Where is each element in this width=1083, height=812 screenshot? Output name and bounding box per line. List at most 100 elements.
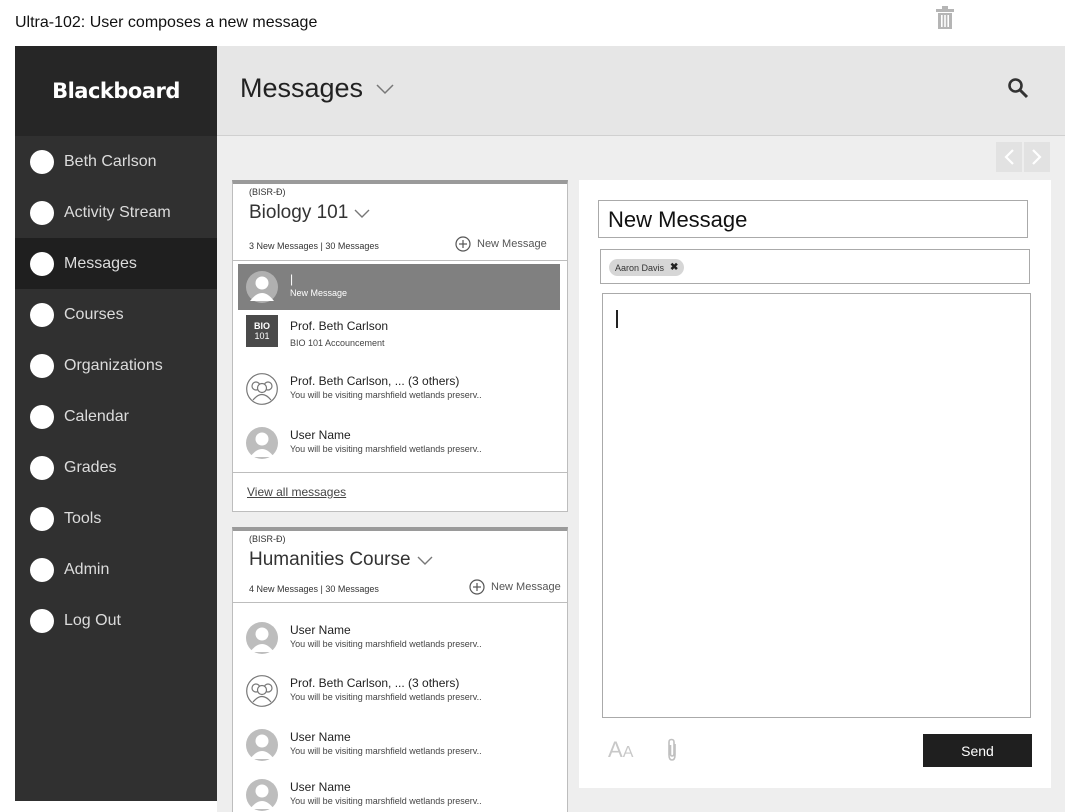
sidebar-item-courses[interactable]: Courses — [15, 289, 217, 340]
sidebar-item-messages[interactable]: Messages — [15, 238, 217, 289]
message-row[interactable]: Prof. Beth Carlson, ... (3 others) You w… — [238, 668, 560, 714]
prev-button[interactable] — [996, 142, 1022, 172]
course-code: (BISR-Ð) — [249, 534, 286, 544]
chevron-down-icon — [417, 556, 433, 565]
recipient-chip[interactable]: Aaron Davis ✖ — [609, 259, 685, 276]
message-counts: 4 New Messages | 30 Messages — [249, 584, 379, 594]
message-row[interactable]: User Name You will be visiting marshfiel… — [238, 722, 560, 768]
plus-circle-icon — [469, 579, 485, 595]
person-avatar-icon — [246, 622, 278, 654]
badge-line1: BIO — [253, 321, 270, 331]
sidebar-item-label: Grades — [64, 458, 117, 476]
sidebar-item-admin[interactable]: Admin — [15, 544, 217, 595]
message-sender: Prof. Beth Carlson, ... (3 others) — [290, 374, 460, 388]
send-button[interactable]: Send — [923, 734, 1032, 767]
sidebar-item-beth-carlson[interactable]: Beth Carlson — [15, 136, 217, 187]
nav-dot-icon — [30, 404, 54, 429]
remove-recipient-icon[interactable]: ✖ — [670, 262, 678, 273]
person-avatar-icon — [246, 729, 278, 761]
group-avatar-icon — [246, 675, 278, 707]
next-button[interactable] — [1024, 142, 1050, 172]
nav-dot-icon — [30, 608, 54, 633]
badge-line2: 101 — [254, 331, 270, 341]
plus-circle-icon — [455, 236, 471, 252]
text-cursor — [616, 310, 618, 328]
nav-dot-icon — [30, 557, 54, 582]
message-counts: 3 New Messages | 30 Messages — [249, 241, 379, 251]
blackboard-logo[interactable]: Blackboard — [15, 46, 217, 136]
message-row[interactable]: Prof. Beth Carlson, ... (3 others) You w… — [238, 366, 560, 412]
group-avatar-icon — [246, 373, 278, 405]
sidebar-item-grades[interactable]: Grades — [15, 442, 217, 493]
chevron-right-icon — [1032, 149, 1042, 165]
sidebar-item-label: Log Out — [64, 611, 121, 629]
course-title-text: Humanities Course — [249, 549, 411, 570]
nav-dot-icon — [30, 506, 54, 531]
message-body-input[interactable] — [602, 293, 1031, 718]
course-code: (BISR-Ð) — [249, 187, 286, 197]
sidebar-item-log-out[interactable]: Log Out — [15, 595, 217, 646]
divider — [233, 260, 567, 261]
message-sender: User Name — [290, 623, 351, 637]
font-format-icon[interactable]: AA — [608, 737, 633, 763]
page-title[interactable]: Messages — [240, 73, 363, 104]
sidebar-item-label: Messages — [64, 254, 137, 272]
sidebar-item-calendar[interactable]: Calendar — [15, 391, 217, 442]
nav-dot-icon — [30, 200, 54, 225]
font-icon-small: A — [622, 744, 634, 761]
chevron-down-icon — [354, 209, 370, 218]
sidebar-item-organizations[interactable]: Organizations — [15, 340, 217, 391]
person-avatar-icon — [246, 271, 278, 303]
sidebar: Blackboard Beth Carlson Activity Stream … — [15, 46, 217, 801]
message-preview: BIO 101 Accouncement — [290, 338, 385, 348]
new-message-button[interactable]: New Message — [469, 579, 561, 595]
message-preview: New Message — [290, 288, 348, 298]
chevron-down-icon[interactable] — [375, 82, 395, 96]
trash-icon[interactable] — [934, 6, 956, 30]
view-all-messages-link[interactable]: View all messages — [247, 485, 346, 499]
new-message-button[interactable]: New Message — [455, 236, 547, 252]
sidebar-item-tools[interactable]: Tools — [15, 493, 217, 544]
divider — [233, 472, 567, 473]
recipient-name: Aaron Davis — [615, 262, 665, 273]
divider — [233, 602, 567, 603]
message-preview: You will be visiting marshfield wetlands… — [290, 390, 482, 400]
message-preview: You will be visiting marshfield wetlands… — [290, 746, 482, 756]
sidebar-item-activity-stream[interactable]: Activity Stream — [15, 187, 217, 238]
sidebar-item-label: Beth Carlson — [64, 152, 157, 170]
course-badge-icon: BIO 101 — [246, 315, 278, 347]
person-avatar-icon — [246, 779, 278, 811]
sidebar-item-label: Admin — [64, 560, 110, 578]
sidebar-item-label: Courses — [64, 305, 124, 323]
message-sender: Prof. Beth Carlson — [290, 319, 389, 333]
sidebar-item-label: Tools — [64, 509, 102, 527]
nav-dot-icon — [30, 302, 54, 327]
message-row[interactable]: User Name You will be visiting marshfiel… — [238, 615, 560, 661]
message-sender: User Name — [290, 730, 351, 744]
message-sender: User Name — [290, 780, 351, 794]
message-preview: You will be visiting marshfield wetlands… — [290, 639, 482, 649]
recipients-field[interactable]: Aaron Davis ✖ — [600, 249, 1030, 284]
new-message-label: New Message — [477, 238, 547, 250]
message-sender: User Name — [290, 428, 351, 442]
course-title[interactable]: Biology 101 — [249, 202, 371, 224]
search-icon[interactable] — [1007, 77, 1029, 99]
nav-dot-icon — [30, 251, 54, 276]
avatar-dot-icon — [30, 149, 54, 174]
message-row[interactable]: User Name You will be visiting marshfiel… — [238, 420, 560, 466]
nav-dot-icon — [30, 455, 54, 480]
message-preview: You will be visiting marshfield wetlands… — [290, 796, 482, 806]
sidebar-item-label: Activity Stream — [64, 203, 171, 221]
course-title-text: Biology 101 — [249, 202, 349, 223]
person-avatar-icon — [246, 427, 278, 459]
paperclip-icon[interactable] — [665, 738, 679, 762]
subject-input[interactable]: New Message — [598, 200, 1028, 238]
course-card-humanities: (BISR-Ð) Humanities Course 4 New Message… — [232, 527, 568, 812]
sidebar-item-label: Calendar — [64, 407, 129, 425]
message-row[interactable]: BIO 101 Prof. Beth Carlson BIO 101 Accoun… — [238, 310, 560, 356]
font-icon-big: A — [608, 737, 623, 762]
course-title[interactable]: Humanities Course — [249, 549, 434, 571]
message-row[interactable]: | New Message — [238, 264, 560, 310]
message-preview: You will be visiting marshfield wetlands… — [290, 444, 482, 454]
message-row[interactable]: User Name You will be visiting marshfiel… — [238, 772, 560, 812]
